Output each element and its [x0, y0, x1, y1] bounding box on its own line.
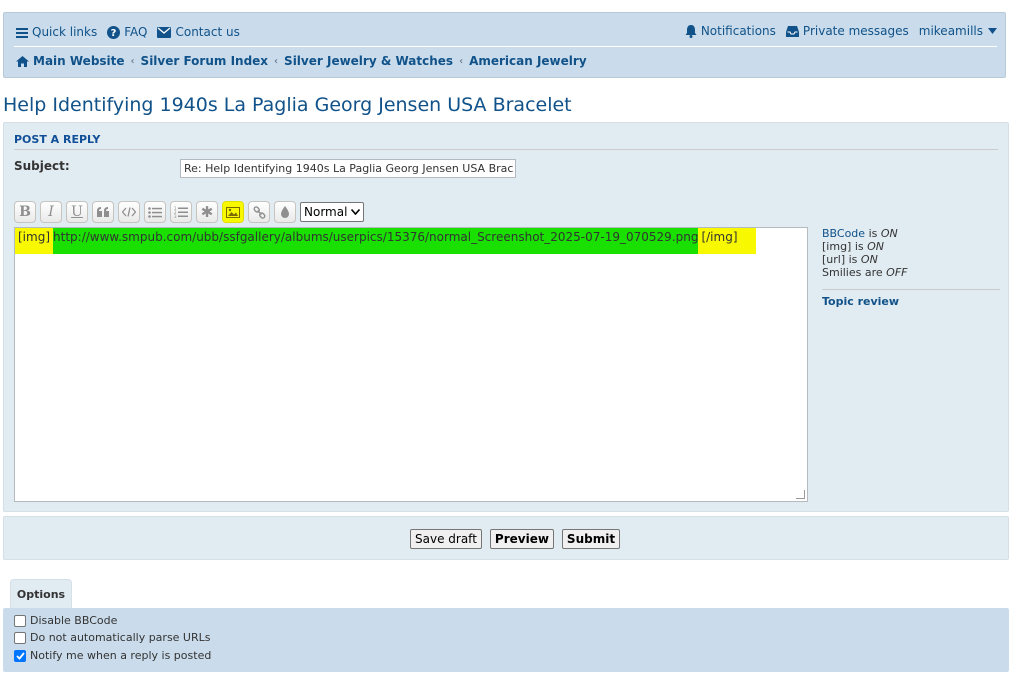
inbox-icon [785, 25, 799, 37]
breadcrumb-chevron-icon: ‹ [130, 55, 135, 67]
svg-text:?: ? [111, 28, 117, 39]
image-icon [226, 206, 240, 218]
contact-link[interactable]: Contact us [157, 25, 240, 39]
post-reply-heading: Post a reply [14, 133, 998, 150]
url-status: [url] is ON [822, 253, 878, 266]
image-url-text: http://www.smpub.com/ubb/ssfgallery/albu… [53, 228, 699, 254]
user-menu[interactable]: mikeamills [919, 24, 997, 38]
save-draft-button[interactable]: Save draft [410, 529, 482, 549]
faq-link[interactable]: ? FAQ [107, 25, 147, 39]
message-content: [img] http://www.smpub.com/ubb/ssfgallery… [15, 228, 756, 258]
asterisk-icon: ✱ [200, 203, 214, 221]
img-status: [img] is ON [822, 240, 885, 253]
checkmark-icon [15, 651, 25, 660]
navbar: Quick links ? FAQ Contact us Notificatio… [3, 12, 1006, 78]
font-size-value: Normal [304, 205, 348, 219]
faq-label: FAQ [124, 25, 148, 39]
no-parse-urls-checkbox[interactable] [14, 631, 26, 644]
username: mikeamills [918, 24, 983, 38]
img-close-tag: [/img] [698, 228, 756, 254]
heading-divider [14, 149, 998, 150]
submit-buttons: Save draft Preview Submit [410, 529, 628, 549]
underline-icon: U [71, 204, 83, 220]
underline-button[interactable]: U [66, 201, 88, 223]
page-title[interactable]: Help Identifying 1940s La Paglia Georg J… [3, 94, 572, 116]
code-button[interactable] [118, 201, 140, 223]
notifications-label: Notifications [700, 24, 776, 38]
bbcode-status: BBCode is ON [822, 227, 898, 240]
contact-label: Contact us [175, 25, 240, 39]
bbcode-toolbar: B I U 123 ✱ Normal [14, 201, 365, 223]
user-links: Notifications Private messages mikeamill… [675, 24, 997, 38]
message-textarea[interactable]: [img] http://www.smpub.com/ubb/ssfgallery… [14, 227, 808, 502]
tab-options[interactable]: Options [10, 579, 72, 608]
submit-button[interactable]: Submit [561, 529, 621, 549]
quick-links-menu[interactable]: Quick links [16, 25, 97, 39]
list-button[interactable] [144, 201, 166, 223]
no-parse-urls-option[interactable]: Do not automatically parse URLs [14, 631, 211, 644]
post-form-panel: Post a reply Subject: Re: Help Identifyi… [3, 122, 1009, 512]
quick-links-label: Quick links [32, 25, 98, 39]
link-icon [253, 205, 265, 219]
options-panel: Disable BBCode Do not automatically pars… [3, 608, 1009, 672]
submit-bar: Save draft Preview Submit [3, 516, 1009, 560]
resize-handle[interactable] [796, 490, 805, 499]
subject-label: Subject: [14, 159, 70, 173]
notify-option[interactable]: Notify me when a reply is posted [14, 649, 211, 662]
subject-input[interactable]: Re: Help Identifying 1940s La Paglia Geo… [180, 159, 516, 178]
home-icon [16, 55, 29, 67]
bell-icon [685, 24, 697, 38]
image-button[interactable] [222, 201, 244, 223]
bbcode-help-link[interactable]: BBCode [822, 227, 865, 240]
italic-button[interactable]: I [40, 201, 62, 223]
disable-bbcode-option[interactable]: Disable BBCode [14, 614, 117, 627]
smilies-status: Smilies are OFF [822, 266, 908, 279]
quote-icon [97, 207, 109, 217]
private-messages-link[interactable]: Private messages [785, 24, 909, 38]
envelope-icon [157, 26, 172, 38]
notify-checkbox[interactable] [14, 649, 26, 662]
sidebar-divider [822, 289, 1000, 290]
preview-button[interactable]: Preview [489, 529, 554, 549]
img-open-tag: [img] [15, 228, 54, 254]
list-icon [148, 206, 162, 218]
breadcrumb-main-website[interactable]: Main Website [16, 54, 125, 68]
numbered-list-button[interactable]: 123 [170, 201, 192, 223]
bold-icon: B [19, 204, 31, 220]
disable-bbcode-label: Disable BBCode [30, 614, 118, 627]
link-button[interactable] [248, 201, 270, 223]
bold-button[interactable]: B [14, 201, 36, 223]
breadcrumb-silver-forum-index[interactable]: Silver Forum Index [141, 54, 269, 68]
disable-bbcode-checkbox[interactable] [14, 614, 26, 627]
breadcrumb: Main Website ‹ Silver Forum Index ‹ Silv… [16, 54, 587, 68]
breadcrumb-chevron-icon: ‹ [459, 55, 464, 67]
breadcrumb-american-jewelry[interactable]: American Jewelry [469, 54, 587, 68]
breadcrumb-silver-jewelry-watches[interactable]: Silver Jewelry & Watches [284, 54, 453, 68]
notify-label: Notify me when a reply is posted [30, 649, 212, 662]
svg-text:3: 3 [174, 214, 177, 218]
breadcrumb-label: Main Website [33, 54, 125, 68]
italic-icon: I [48, 204, 54, 220]
no-parse-urls-label: Do not automatically parse URLs [30, 631, 211, 644]
nav-divider [14, 46, 997, 47]
color-button[interactable] [274, 201, 296, 223]
numbered-list-icon: 123 [174, 206, 188, 218]
question-circle-icon: ? [107, 25, 121, 39]
code-icon [122, 207, 136, 217]
notifications-link[interactable]: Notifications [685, 24, 776, 38]
caret-down-icon [988, 28, 997, 34]
breadcrumb-chevron-icon: ‹ [274, 55, 279, 67]
quote-button[interactable] [92, 201, 114, 223]
chevron-down-icon [351, 207, 361, 218]
format-status-sidebar: BBCode is ON [img] is ON [url] is ON Smi… [822, 227, 1000, 308]
hamburger-icon [16, 27, 28, 38]
font-size-select[interactable]: Normal [300, 202, 365, 222]
topic-review-link[interactable]: Topic review [822, 295, 899, 308]
private-messages-label: Private messages [802, 24, 909, 38]
list-item-button[interactable]: ✱ [196, 201, 218, 223]
color-icon [281, 206, 289, 218]
